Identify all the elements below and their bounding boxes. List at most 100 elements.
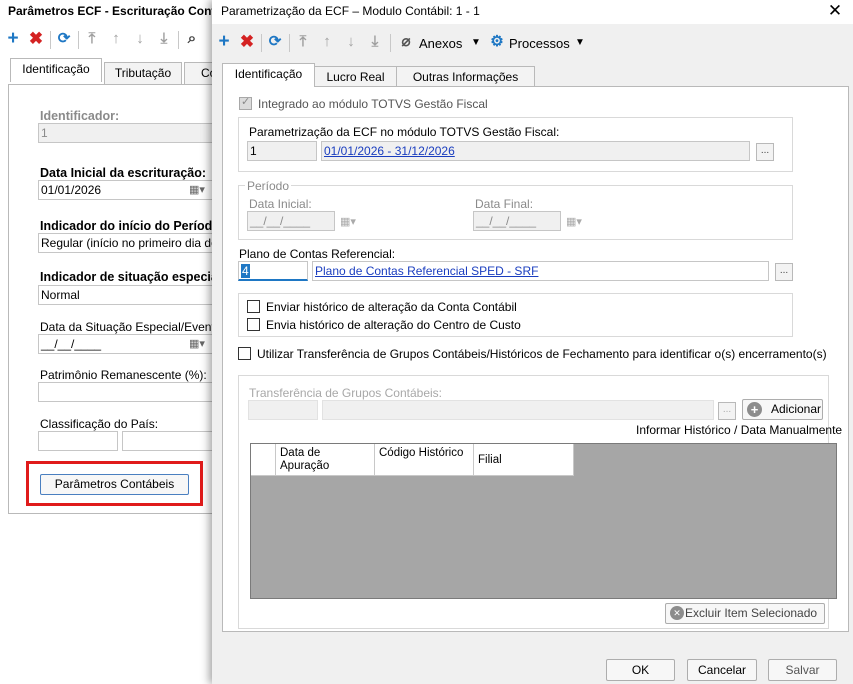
grid-header-data-apuracao[interactable]: Data de Apuração	[276, 444, 375, 476]
utilizar-transferencia-checkbox[interactable]	[238, 347, 251, 360]
transferencia-code-field	[248, 400, 318, 420]
parametrizacao-lookup-button[interactable]: ...	[756, 143, 774, 161]
next-record-icon[interactable]: ↓	[341, 32, 361, 52]
parametrizacao-description-link[interactable]: 01/01/2026 - 31/12/2026	[324, 144, 455, 158]
background-window-title: Parâmetros ECF - Escrituração Contá	[8, 4, 223, 18]
enviar-historico-conta-checkbox[interactable]	[247, 300, 260, 313]
next-record-icon[interactable]: ↓	[130, 29, 150, 49]
transferencia-lookup-button: ...	[718, 402, 736, 420]
salvar-button[interactable]: Salvar	[768, 659, 837, 681]
refresh-icon[interactable]: ⟳	[265, 32, 285, 52]
data-situacao-especial-label: Data da Situação Especial/Evento:	[40, 320, 225, 334]
periodo-data-final-field: __/__/____	[473, 211, 561, 231]
parametros-contabeis-button[interactable]: Parâmetros Contábeis	[40, 474, 189, 495]
last-record-icon[interactable]: ⤓	[365, 32, 385, 52]
toolbar-separator	[178, 31, 179, 49]
close-icon[interactable]: ✕	[825, 1, 845, 21]
parametrizacao-description-field[interactable]: 01/01/2026 - 31/12/2026	[321, 141, 750, 161]
transferencia-grid: Data de Apuração Código Histórico Filial	[250, 443, 837, 599]
indicador-situacao-especial-select[interactable]: Normal	[38, 285, 216, 305]
data-situacao-especial-field[interactable]: __/__/____	[38, 334, 213, 354]
tab-identificacao[interactable]: Identificação	[10, 58, 102, 82]
toolbar-separator	[261, 34, 262, 52]
informar-historico-link[interactable]: Informar Histórico / Data Manualmente	[636, 423, 842, 437]
previous-record-icon[interactable]: ↑	[106, 29, 126, 49]
tab-lucro-real[interactable]: Lucro Real	[314, 66, 397, 88]
parametrizacao-code-field[interactable]: 1	[247, 141, 317, 161]
previous-record-icon[interactable]: ↑	[317, 32, 337, 52]
data-inicial-escrituracao-field[interactable]: 01/01/2026	[38, 180, 213, 200]
excluir-item-button[interactable]: ✕ Excluir Item Selecionado	[665, 603, 825, 624]
anexos-menu[interactable]: Anexos	[419, 36, 462, 51]
add-icon[interactable]: +	[3, 29, 23, 49]
adicionar-label: Adicionar	[771, 402, 822, 416]
cancelar-button[interactable]: Cancelar	[687, 659, 757, 681]
paperclip-icon[interactable]: ⌀	[396, 32, 416, 52]
patrimonio-remanescente-field[interactable]	[38, 382, 216, 402]
plano-contas-label: Plano de Contas Referencial:	[239, 247, 396, 261]
indicador-situacao-especial-label: Indicador de situação especial	[40, 270, 222, 284]
parametrizacao-ecf-dialog: Parametrização da ECF – Modulo Contábil:…	[212, 0, 853, 684]
parametrizacao-label: Parametrização da ECF no módulo TOTVS Ge…	[249, 125, 560, 139]
ok-button[interactable]: OK	[606, 659, 675, 681]
periodo-data-inicial-field: __/__/____	[247, 211, 335, 231]
plano-contas-code-value: 4	[241, 264, 250, 278]
classificacao-pais-label: Classificação do País:	[40, 417, 159, 431]
integrado-label: Integrado ao módulo TOTVS Gestão Fiscal	[258, 97, 488, 111]
toolbar-separator	[289, 34, 290, 52]
enviar-historico-conta-label: Enviar histórico de alteração da Conta C…	[266, 300, 517, 314]
tab-identificacao[interactable]: Identificação	[222, 63, 315, 87]
refresh-icon[interactable]: ⟳	[54, 29, 74, 49]
toolbar-separator	[50, 31, 51, 49]
tab-outras-informacoes[interactable]: Outras Informações	[396, 66, 535, 88]
identificador-field: 1	[38, 123, 218, 143]
tab-tributacao[interactable]: Tributação	[104, 62, 182, 84]
dialog-title: Parametrização da ECF – Modulo Contábil:…	[221, 4, 480, 18]
calendar-dropdown-icon[interactable]: ▦▾	[189, 335, 213, 353]
dialog-titlebar: Parametrização da ECF – Modulo Contábil:…	[212, 0, 853, 24]
background-tabstrip: Identificação Tributação Co	[0, 58, 224, 85]
calendar-dropdown-icon: ▦▾	[566, 216, 582, 228]
processos-menu[interactable]: Processos	[509, 36, 570, 51]
add-icon[interactable]: +	[214, 32, 234, 52]
periodo-data-final-label: Data Final:	[475, 197, 534, 211]
excluir-item-label: Excluir Item Selecionado	[685, 606, 818, 620]
data-inicial-escrituracao-label: Data Inicial da escrituração:	[40, 166, 207, 180]
remove-circle-icon: ✕	[670, 606, 684, 620]
plano-contas-lookup-button[interactable]: ...	[775, 263, 793, 281]
plano-contas-description-field[interactable]: Plano de Contas Referencial SPED - SRF	[312, 261, 769, 281]
first-record-icon[interactable]: ⤒	[82, 29, 102, 49]
chevron-down-icon[interactable]: ▼	[570, 33, 590, 53]
calendar-dropdown-icon[interactable]: ▦▾	[189, 181, 213, 199]
classificacao-pais-description-field[interactable]	[122, 431, 216, 451]
dialog-toolbar: + ✖ ⟳ ⤒ ↑ ↓ ⤓ ⌀ Anexos ▼ ⚙ Processos ▼	[212, 30, 853, 58]
transferencia-description-field	[322, 400, 714, 420]
first-record-icon[interactable]: ⤒	[293, 32, 313, 52]
patrimonio-remanescente-label: Patrimônio Remanescente (%):	[40, 368, 207, 382]
adicionar-button[interactable]: + Adicionar	[742, 399, 823, 420]
delete-icon[interactable]: ✖	[26, 29, 46, 49]
grid-header-codigo-historico[interactable]: Código Histórico	[375, 444, 474, 476]
enviar-historico-centro-label: Envia histórico de alteração do Centro d…	[266, 318, 521, 332]
chevron-down-icon[interactable]: ▼	[466, 33, 486, 53]
dialog-tabstrip: Identificação Lucro Real Outras Informaç…	[222, 63, 852, 88]
indicador-inicio-periodo-select[interactable]: Regular (início no primeiro dia do an	[38, 233, 216, 253]
enviar-historico-centro-checkbox[interactable]	[247, 318, 260, 331]
delete-icon[interactable]: ✖	[237, 32, 257, 52]
classificacao-pais-code-field[interactable]	[38, 431, 118, 451]
background-toolbar: + ✖ ⟳ ⤒ ↑ ↓ ⤓ ⌕	[0, 27, 213, 55]
identificador-label: Identificador:	[40, 109, 120, 123]
periodo-data-inicial-label: Data Inicial:	[249, 197, 312, 211]
toolbar-separator	[390, 34, 391, 52]
search-icon[interactable]: ⌕	[182, 29, 202, 49]
grid-header-filial[interactable]: Filial	[474, 444, 574, 476]
plano-contas-description-link[interactable]: Plano de Contas Referencial SPED - SRF	[315, 264, 538, 278]
gear-icon[interactable]: ⚙	[487, 32, 507, 52]
last-record-icon[interactable]: ⤓	[154, 29, 174, 49]
toolbar-separator	[78, 31, 79, 49]
transferencia-label: Transferência de Grupos Contábeis:	[249, 386, 442, 400]
grid-row-selector-header	[251, 444, 276, 476]
integrado-checkbox	[239, 95, 252, 110]
calendar-dropdown-icon: ▦▾	[340, 216, 356, 228]
plano-contas-code-field[interactable]: 4	[238, 261, 308, 281]
